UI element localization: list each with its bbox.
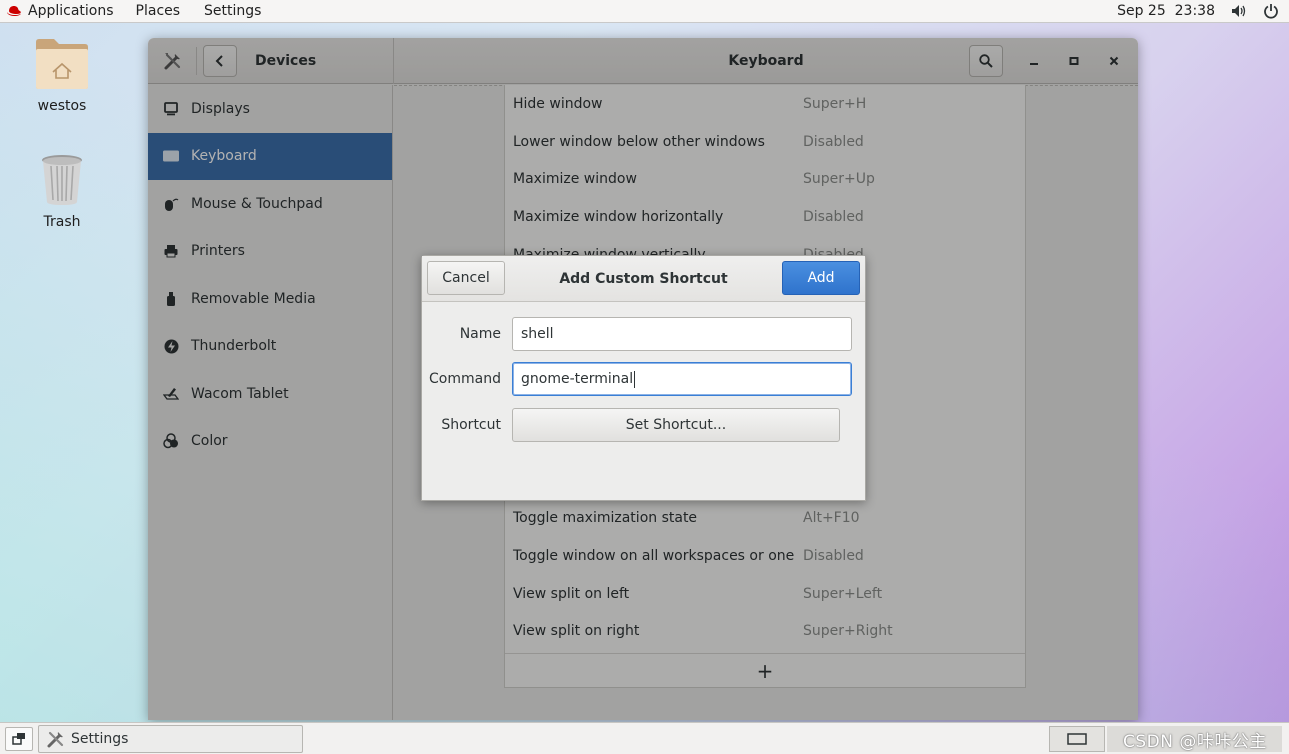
home-folder-desktop-icon[interactable]: westos bbox=[22, 36, 102, 114]
bottom-taskbar: Settings bbox=[0, 722, 1289, 754]
workspace-switcher[interactable] bbox=[1049, 726, 1105, 752]
clock[interactable]: Sep 25 23:38 bbox=[1117, 3, 1215, 19]
show-desktop-button[interactable] bbox=[5, 726, 33, 751]
tools-icon bbox=[47, 731, 64, 747]
home-folder-label: westos bbox=[37, 98, 87, 114]
command-label: Command bbox=[429, 371, 501, 387]
name-row: Name shell bbox=[422, 317, 867, 351]
shortcut-label: Shortcut bbox=[441, 417, 501, 433]
add-button[interactable]: Add bbox=[782, 261, 860, 295]
places-label: Places bbox=[135, 3, 181, 19]
dialog-header: Cancel Add Custom Shortcut Add bbox=[422, 256, 865, 302]
name-value: shell bbox=[521, 326, 554, 342]
power-icon[interactable] bbox=[1263, 3, 1279, 19]
trash-icon bbox=[42, 155, 82, 205]
redhat-logo-icon bbox=[7, 6, 21, 16]
taskbar-item-label: Settings bbox=[71, 730, 129, 747]
applications-menu[interactable]: Applications bbox=[0, 0, 125, 23]
command-value: gnome-terminal bbox=[521, 371, 634, 387]
folder-icon bbox=[36, 39, 88, 89]
trash-desktop-icon[interactable]: Trash bbox=[22, 154, 102, 230]
name-label: Name bbox=[459, 326, 501, 342]
set-shortcut-button[interactable]: Set Shortcut... bbox=[512, 408, 840, 442]
volume-icon[interactable] bbox=[1231, 4, 1247, 18]
add-custom-shortcut-dialog: Cancel Add Custom Shortcut Add Name shel… bbox=[421, 255, 866, 501]
name-field[interactable]: shell bbox=[512, 317, 852, 351]
top-panel: Applications Places Settings Sep 25 23:3… bbox=[0, 0, 1289, 23]
taskbar-settings-item[interactable]: Settings bbox=[38, 724, 303, 753]
settings-label: Settings bbox=[204, 3, 262, 19]
places-menu[interactable]: Places bbox=[125, 0, 192, 23]
workspace-icon bbox=[1067, 733, 1087, 745]
watermark: CSDN @咔咔公主 bbox=[1123, 732, 1267, 752]
settings-menu[interactable]: Settings bbox=[191, 0, 272, 23]
command-row: Command gnome-terminal bbox=[422, 362, 867, 396]
show-desktop-icon bbox=[12, 732, 25, 745]
shortcut-row: Shortcut Set Shortcut... bbox=[422, 408, 867, 442]
applications-label: Applications bbox=[28, 3, 114, 19]
trash-label: Trash bbox=[43, 214, 81, 230]
command-field[interactable]: gnome-terminal bbox=[512, 362, 852, 396]
text-cursor bbox=[634, 370, 636, 388]
